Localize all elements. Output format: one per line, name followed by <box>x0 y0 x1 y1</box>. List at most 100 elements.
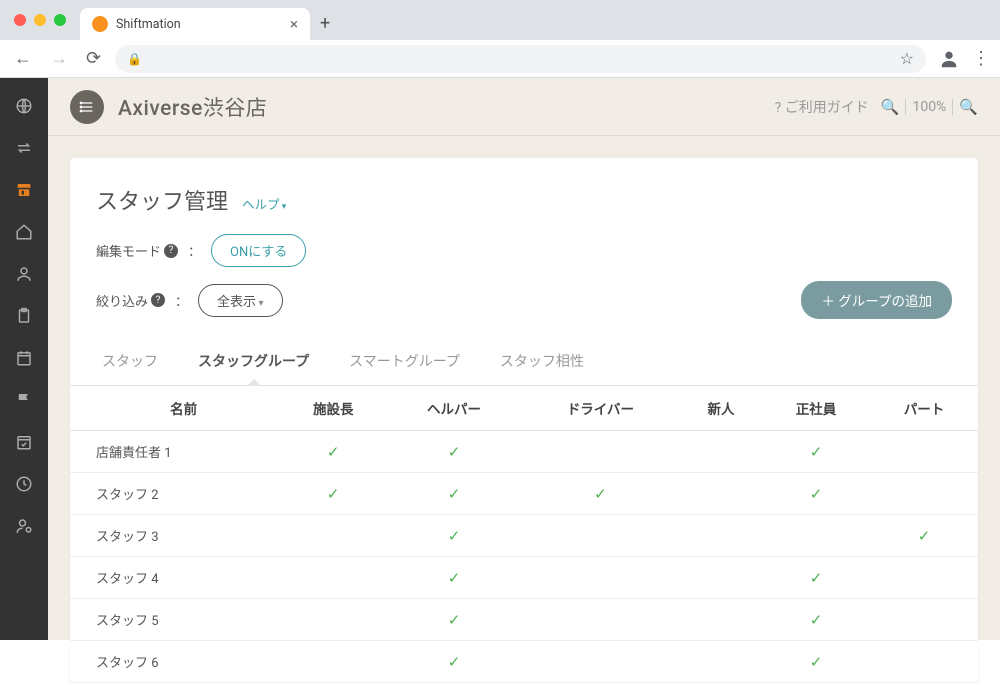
sidebar-item-store[interactable] <box>8 174 40 206</box>
sidebar-item-globe[interactable] <box>8 90 40 122</box>
zoom-controls: 🔍 100% 🔍 <box>881 98 978 116</box>
group-cell[interactable]: ✓ <box>387 641 521 683</box>
group-cell[interactable] <box>521 515 680 557</box>
address-bar[interactable]: 🔒 ☆ <box>115 45 926 73</box>
sidebar-item-calendar[interactable] <box>8 342 40 374</box>
zoom-level: 100% <box>912 99 946 115</box>
maximize-window-icon[interactable] <box>54 14 66 26</box>
reload-button[interactable]: ⟳ <box>82 44 105 73</box>
profile-icon[interactable] <box>936 46 962 72</box>
group-cell[interactable]: ✓ <box>521 473 680 515</box>
group-cell[interactable]: ✓ <box>387 473 521 515</box>
page-title: スタッフ管理 <box>96 184 228 216</box>
group-cell[interactable] <box>279 641 387 683</box>
menu-toggle-button[interactable] <box>70 90 104 124</box>
group-cell[interactable] <box>279 599 387 641</box>
table-row[interactable]: スタッフ 5✓✓ <box>70 599 978 641</box>
group-cell[interactable]: ✓ <box>762 557 870 599</box>
group-cell[interactable] <box>870 599 978 641</box>
table-row[interactable]: 店舗責任者 1✓✓✓ <box>70 431 978 473</box>
filter-label: 絞り込み ? <box>96 291 165 310</box>
help-icon[interactable]: ? <box>164 244 178 258</box>
table-row[interactable]: スタッフ 3✓✓ <box>70 515 978 557</box>
tab-0[interactable]: スタッフ <box>96 341 164 385</box>
sidebar-item-clipboard[interactable] <box>8 300 40 332</box>
app-topbar: Axiverse渋谷店 ? ご利用ガイド 🔍 100% 🔍 <box>48 78 1000 136</box>
group-cell[interactable] <box>762 515 870 557</box>
tab-1[interactable]: スタッフグループ <box>192 341 315 385</box>
group-cell[interactable] <box>870 431 978 473</box>
edit-mode-toggle-button[interactable]: ONにする <box>211 234 306 267</box>
group-cell[interactable] <box>680 557 762 599</box>
help-link[interactable]: ヘルプ <box>242 194 286 213</box>
group-cell[interactable]: ✓ <box>762 599 870 641</box>
group-cell[interactable] <box>521 557 680 599</box>
lock-icon: 🔒 <box>127 52 142 66</box>
group-cell[interactable]: ✓ <box>387 557 521 599</box>
group-cell[interactable]: ✓ <box>762 473 870 515</box>
group-cell[interactable]: ✓ <box>279 431 387 473</box>
check-icon: ✓ <box>448 443 461 461</box>
sidebar-item-flag[interactable] <box>8 384 40 416</box>
group-cell[interactable]: ✓ <box>870 515 978 557</box>
browser-menu-icon[interactable]: ⋮ <box>972 48 990 69</box>
group-cell[interactable] <box>870 641 978 683</box>
group-cell[interactable]: ✓ <box>762 431 870 473</box>
tab-3[interactable]: スタッフ相性 <box>494 341 590 385</box>
sidebar-item-clock[interactable] <box>8 468 40 500</box>
check-icon: ✓ <box>448 569 461 587</box>
window-controls <box>14 14 66 26</box>
browser-tab[interactable]: Shiftmation × <box>80 8 310 40</box>
check-icon: ✓ <box>810 653 823 671</box>
check-icon: ✓ <box>448 611 461 629</box>
back-button[interactable]: ← <box>10 44 36 73</box>
group-cell[interactable]: ✓ <box>279 473 387 515</box>
new-tab-button[interactable]: + <box>320 13 330 34</box>
staff-group-table: 名前施設長ヘルパードライバー新人正社員パート 店舗責任者 1✓✓✓スタッフ 2✓… <box>70 386 978 683</box>
sidebar-item-user-cog[interactable] <box>8 510 40 542</box>
column-header: ドライバー <box>521 386 680 431</box>
table-row[interactable]: スタッフ 4 ✓ ✓ <box>70 557 978 599</box>
group-cell[interactable] <box>680 473 762 515</box>
browser-tab-bar: Shiftmation × + <box>0 0 1000 40</box>
group-cell[interactable] <box>680 431 762 473</box>
group-cell[interactable] <box>521 641 680 683</box>
group-cell[interactable]: ✓ <box>387 431 521 473</box>
group-cell[interactable]: ✓ <box>387 599 521 641</box>
group-cell[interactable]: ✓ <box>387 515 521 557</box>
table-row[interactable]: スタッフ 6✓✓ <box>70 641 978 683</box>
tab-2[interactable]: スマートグループ <box>343 341 466 385</box>
bookmark-star-icon[interactable]: ☆ <box>900 49 914 68</box>
sidebar-item-user[interactable] <box>8 258 40 290</box>
add-group-button[interactable]: ＋ グループの追加 <box>801 281 952 319</box>
column-header: 施設長 <box>279 386 387 431</box>
group-cell[interactable] <box>680 599 762 641</box>
group-cell[interactable] <box>680 515 762 557</box>
minimize-window-icon[interactable] <box>34 14 46 26</box>
zoom-out-icon[interactable]: 🔍 <box>881 98 900 116</box>
content-card: スタッフ管理 ヘルプ 編集モード ? ： ONにする 絞り込み <box>70 158 978 683</box>
row-name: スタッフ 4 <box>70 557 279 599</box>
close-window-icon[interactable] <box>14 14 26 26</box>
table-row[interactable]: スタッフ 2✓✓✓✓ <box>70 473 978 515</box>
group-cell[interactable] <box>279 557 387 599</box>
column-header: パート <box>870 386 978 431</box>
group-cell[interactable] <box>279 515 387 557</box>
sidebar-item-home[interactable] <box>8 216 40 248</box>
forward-button[interactable]: → <box>46 44 72 73</box>
sidebar-item-calendar-check[interactable] <box>8 426 40 458</box>
filter-dropdown[interactable]: 全表示 <box>198 284 283 317</box>
zoom-in-icon[interactable]: 🔍 <box>959 98 978 116</box>
group-cell[interactable] <box>521 599 680 641</box>
browser-toolbar: ← → ⟳ 🔒 ☆ ⋮ <box>0 40 1000 78</box>
sidebar-item-transfer[interactable] <box>8 132 40 164</box>
usage-guide-link[interactable]: ? ご利用ガイド <box>775 97 869 117</box>
group-cell[interactable]: ✓ <box>762 641 870 683</box>
help-icon[interactable]: ? <box>151 293 165 307</box>
close-tab-icon[interactable]: × <box>290 15 298 33</box>
edit-mode-label: 編集モード ? <box>96 241 178 260</box>
group-cell[interactable] <box>870 557 978 599</box>
group-cell[interactable] <box>521 431 680 473</box>
group-cell[interactable] <box>680 641 762 683</box>
group-cell[interactable] <box>870 473 978 515</box>
